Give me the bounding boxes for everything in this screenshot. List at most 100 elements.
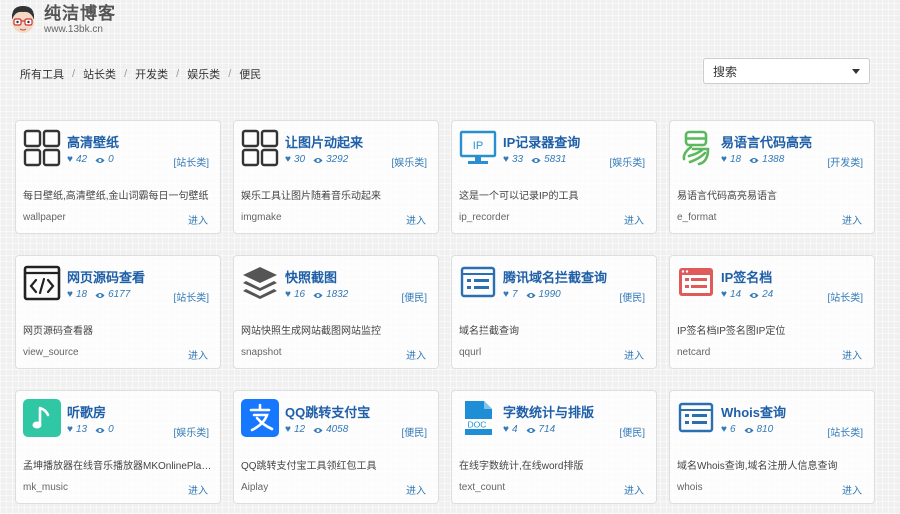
tool-card[interactable]: 听歌房 ♥ 13 0 [娱乐类] 孟坤播放器在线音乐播放器MKOnlinePlayer mk… (15, 390, 221, 504)
grid-icon (23, 129, 61, 167)
tool-title[interactable]: 听歌房 (67, 402, 106, 421)
search-select[interactable]: 搜索 (703, 58, 870, 84)
tool-card[interactable]: QQ跳转支付宝 ♥ 12 4058 [便民] QQ跳转支付宝工具领红包工具 Aiplay 进入 (233, 390, 439, 504)
tool-description: 网站快照生成网站截图网站监控 (241, 326, 381, 337)
tool-title[interactable]: 网页源码查看 (67, 267, 145, 286)
code-icon (23, 264, 61, 302)
enter-link[interactable]: 进入 (188, 212, 208, 227)
tool-category[interactable]: [便民] (401, 424, 427, 439)
like-count: 14 (729, 289, 742, 300)
tool-slug: whois (677, 482, 703, 493)
like-count: 4 (511, 424, 518, 435)
tool-stats: ♥ 7 1990 (503, 289, 561, 300)
like-count: 18 (729, 154, 742, 165)
breadcrumb-all-tools[interactable]: 所有工具 (20, 66, 64, 82)
tool-title[interactable]: 易语言代码高亮 (721, 132, 812, 151)
tool-slug: view_source (23, 347, 79, 358)
tool-category[interactable]: [开发类] (827, 154, 863, 169)
music-icon (23, 399, 61, 437)
tool-stats: ♥ 18 6177 (67, 289, 130, 300)
view-count: 810 (756, 424, 774, 435)
like-count: 30 (293, 154, 306, 165)
heart-icon: ♥ (67, 289, 73, 300)
tool-card[interactable]: IP IP记录器查询 ♥ 33 5831 [娱乐类] 这是一个可以记录IP的工具 ip_rec… (451, 120, 657, 234)
like-count: 12 (293, 424, 306, 435)
enter-link[interactable]: 进入 (406, 482, 426, 497)
site-logo[interactable]: 纯洁博客 www.13bk.cn (6, 3, 116, 37)
tool-card[interactable]: 易语言代码高亮 ♥ 18 1388 [开发类] 易语言代码高亮易语言 e_format 进入 (669, 120, 875, 234)
tool-category[interactable]: [便民] (401, 289, 427, 304)
breadcrumb-separator: / (124, 68, 128, 80)
easy-lang-icon (677, 129, 715, 167)
brand-name: 纯洁博客 (44, 4, 116, 23)
breadcrumb-convenience[interactable]: 便民 (239, 66, 261, 82)
like-count: 16 (293, 289, 306, 300)
tool-category[interactable]: [站长类] (173, 154, 209, 169)
eye-icon (313, 156, 323, 163)
tool-title[interactable]: 让图片动起来 (285, 132, 363, 151)
tool-title[interactable]: 字数统计与排版 (503, 402, 594, 421)
heart-icon: ♥ (285, 154, 291, 165)
enter-link[interactable]: 进入 (842, 482, 862, 497)
tool-description: QQ跳转支付宝工具领红包工具 (241, 461, 377, 472)
view-count: 6177 (108, 289, 131, 300)
breadcrumb-entertainment[interactable]: 娱乐类 (187, 66, 220, 82)
enter-link[interactable]: 进入 (624, 347, 644, 362)
tool-category[interactable]: [便民] (619, 289, 645, 304)
tool-title[interactable]: 高清壁纸 (67, 132, 119, 151)
domain-list-icon (459, 264, 497, 302)
tool-title[interactable]: IP记录器查询 (503, 132, 580, 151)
enter-link[interactable]: 进入 (406, 212, 426, 227)
tool-card[interactable]: IP签名档 ♥ 14 24 [站长类] IP签名档IP签名图IP定位 netcard 进入 (669, 255, 875, 369)
caret-down-icon (852, 68, 860, 74)
layers-icon (241, 264, 279, 302)
tool-category[interactable]: [娱乐类] (609, 154, 645, 169)
tool-card[interactable]: DOC 字数统计与排版 ♥ 4 714 [便民] 在线字数统计,在线word排版 text_c… (451, 390, 657, 504)
view-count: 714 (538, 424, 556, 435)
tool-category[interactable]: [站长类] (827, 424, 863, 439)
enter-link[interactable]: 进入 (624, 482, 644, 497)
tool-slug: imgmake (241, 212, 282, 223)
tool-card[interactable]: 腾讯域名拦截查询 ♥ 7 1990 [便民] 域名拦截查询 qqurl 进入 (451, 255, 657, 369)
tool-card[interactable]: Whois查询 ♥ 6 810 [站长类] 域名Whois查询,域名注册人信息查询 whoi… (669, 390, 875, 504)
breadcrumb-development[interactable]: 开发类 (135, 66, 168, 82)
tool-category[interactable]: [娱乐类] (173, 424, 209, 439)
tool-stats: ♥ 33 5831 (503, 154, 566, 165)
enter-link[interactable]: 进入 (624, 212, 644, 227)
tool-title[interactable]: Whois查询 (721, 402, 786, 421)
tool-title[interactable]: QQ跳转支付宝 (285, 402, 370, 421)
tool-slug: mk_music (23, 482, 69, 493)
tool-card[interactable]: 快照截图 ♥ 16 1832 [便民] 网站快照生成网站截图网站监控 snapshot 进入 (233, 255, 439, 369)
tool-category[interactable]: [站长类] (827, 289, 863, 304)
tool-card[interactable]: 网页源码查看 ♥ 18 6177 [站长类] 网页源码查看器 view_source 进入 (15, 255, 221, 369)
tool-description: 网页源码查看器 (23, 326, 93, 337)
tool-stats: ♥ 6 810 (721, 424, 773, 435)
tool-title[interactable]: 腾讯域名拦截查询 (503, 267, 607, 286)
breadcrumb: 所有工具 / 站长类 / 开发类 / 娱乐类 / 便民 (20, 66, 261, 82)
tool-category[interactable]: [站长类] (173, 289, 209, 304)
tool-category[interactable]: [娱乐类] (391, 154, 427, 169)
enter-link[interactable]: 进入 (188, 347, 208, 362)
heart-icon: ♥ (503, 424, 509, 435)
heart-icon: ♥ (67, 154, 73, 165)
tool-card[interactable]: 让图片动起来 ♥ 30 3292 [娱乐类] 娱乐工具让图片随着音乐动起来 imgmake 进… (233, 120, 439, 234)
enter-link[interactable]: 进入 (406, 347, 426, 362)
like-count: 7 (511, 289, 518, 300)
enter-link[interactable]: 进入 (188, 482, 208, 497)
tool-card[interactable]: 高清壁纸 ♥ 42 0 [站长类] 每日壁纸,高清壁纸,金山词霸每日一句壁纸 wallpap… (15, 120, 221, 234)
view-count: 24 (762, 289, 774, 300)
eye-icon (749, 156, 759, 163)
enter-link[interactable]: 进入 (842, 212, 862, 227)
eye-icon (313, 291, 323, 298)
breadcrumb-webmaster[interactable]: 站长类 (83, 66, 116, 82)
tool-category[interactable]: [便民] (619, 424, 645, 439)
eye-icon (95, 291, 105, 298)
tool-title[interactable]: IP签名档 (721, 267, 772, 286)
enter-link[interactable]: 进入 (842, 347, 862, 362)
tool-slug: e_format (677, 212, 717, 223)
eye-icon (313, 426, 323, 433)
whois-icon (677, 399, 715, 437)
top-bar: 纯洁博客 www.13bk.cn (0, 0, 900, 42)
tool-title[interactable]: 快照截图 (285, 267, 337, 286)
tool-description: 易语言代码高亮易语言 (677, 191, 777, 202)
